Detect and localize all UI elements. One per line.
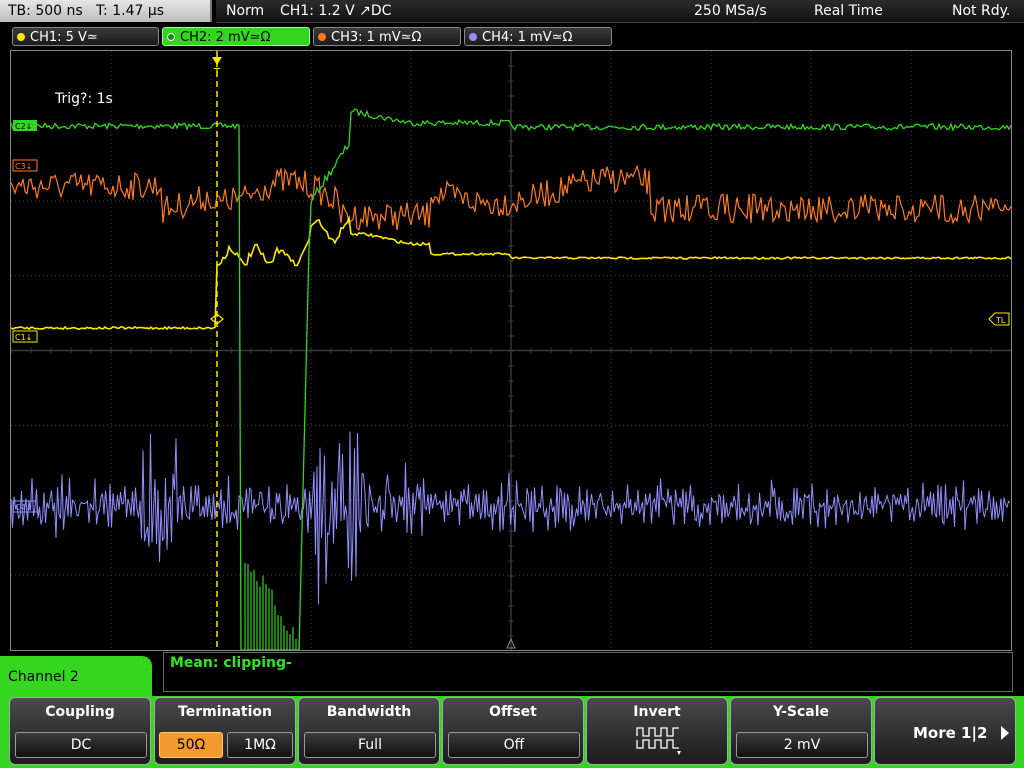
bandwidth-value[interactable]: Full xyxy=(304,732,436,758)
more-arrow-icon xyxy=(1001,726,1009,740)
svg-text:C3↓: C3↓ xyxy=(15,162,32,171)
invert-waveform-icon xyxy=(636,727,681,755)
timebase-value: TB: 500 ns xyxy=(8,3,83,19)
termination-button[interactable]: Termination 50Ω 1MΩ xyxy=(154,697,296,765)
ch1-color-dot-icon xyxy=(17,33,25,41)
status-strip: Norm CH1: 1.2 V ↗DC 250 MSa/s Real Time … xyxy=(216,0,1024,23)
coupling-button[interactable]: Coupling DC xyxy=(9,697,151,765)
ch2-marker: C2↓ xyxy=(13,120,37,131)
trigger-time-value: T: 1.47 µs xyxy=(96,3,165,19)
tab-ch4-label: CH4: 1 mV≃Ω xyxy=(482,30,573,45)
acquisition-mode: Real Time xyxy=(814,3,883,19)
trigger-position-icon xyxy=(212,57,222,65)
bandwidth-button[interactable]: Bandwidth Full xyxy=(298,697,440,765)
graticule-grid xyxy=(11,51,1011,650)
trigger-status: Trig?: 1s xyxy=(55,91,113,107)
coupling-label: Coupling xyxy=(45,704,115,720)
trigger-mode[interactable]: Norm xyxy=(226,0,264,22)
yscale-label: Y-Scale xyxy=(772,704,829,720)
channel-tabs: CH1: 5 V≃ CH2: 2 mV≃Ω CH3: 1 mV≃Ω CH4: 1… xyxy=(0,26,1024,48)
svg-text:TL: TL xyxy=(995,316,1006,325)
tab-ch1-label: CH1: 5 V≃ xyxy=(30,30,98,45)
waveform-display[interactable]: T C2↓ C3↓ C1↓ C4↓ TL Trig?: 1s xyxy=(10,50,1012,651)
tab-ch3[interactable]: CH3: 1 mV≃Ω xyxy=(313,27,461,46)
invert-button[interactable]: Invert xyxy=(586,697,728,765)
tab-ch3-label: CH3: 1 mV≃Ω xyxy=(331,30,422,45)
termination-50ohm-option[interactable]: 50Ω xyxy=(159,732,223,758)
tab-ch2[interactable]: CH2: 2 mV≃Ω xyxy=(162,27,310,46)
ch2-color-dot-icon xyxy=(167,33,175,41)
trigger-level-marker: TL xyxy=(988,312,1010,326)
ch4-color-dot-icon xyxy=(469,33,477,41)
trigger-source[interactable]: CH1: 1.2 V ↗DC xyxy=(280,0,391,22)
measurement-panel[interactable]: Mean: clipping- xyxy=(163,652,1013,692)
menu-title: Channel 2 xyxy=(0,656,152,700)
ch3-color-dot-icon xyxy=(318,33,326,41)
bandwidth-label: Bandwidth xyxy=(326,704,412,720)
svg-text:C1↓: C1↓ xyxy=(15,333,32,342)
ch3-marker: C3↓ xyxy=(12,159,38,172)
waveform-canvas: T C2↓ C3↓ C1↓ C4↓ TL xyxy=(11,51,1011,650)
top-bar: TB: 500 ns T: 1.47 µs Norm CH1: 1.2 V ↗D… xyxy=(0,0,1024,24)
sample-rate: 250 MSa/s xyxy=(694,3,767,19)
tab-ch1[interactable]: CH1: 5 V≃ xyxy=(12,27,159,46)
offset-label: Offset xyxy=(489,704,537,720)
softkey-bar: Coupling DC Termination 50Ω 1MΩ Bandwidt… xyxy=(0,696,1024,768)
offset-value[interactable]: Off xyxy=(448,732,580,758)
timebase-box[interactable]: TB: 500 ns T: 1.47 µs xyxy=(0,0,212,22)
svg-text:C2↓: C2↓ xyxy=(15,122,32,131)
termination-1mohm-option[interactable]: 1MΩ xyxy=(227,732,293,758)
trigger-position-marker: T xyxy=(213,66,221,79)
ch2-clip-region xyxy=(244,562,300,650)
acquisition-status: Not Rdy. xyxy=(952,3,1011,19)
yscale-button[interactable]: Y-Scale 2 mV xyxy=(730,697,872,765)
offset-button[interactable]: Offset Off xyxy=(442,697,584,765)
tab-ch2-label: CH2: 2 mV≃Ω xyxy=(180,30,271,45)
yscale-value[interactable]: 2 mV xyxy=(736,732,868,758)
coupling-value[interactable]: DC xyxy=(15,732,147,758)
more-button[interactable]: More 1|2 xyxy=(874,697,1016,765)
svg-text:C4↓: C4↓ xyxy=(15,503,32,512)
invert-label: Invert xyxy=(633,704,681,720)
more-label: More 1|2 xyxy=(913,724,988,742)
measurement-text: Mean: clipping- xyxy=(170,655,292,671)
tab-ch4[interactable]: CH4: 1 mV≃Ω xyxy=(464,27,612,46)
ch1-marker: C1↓ xyxy=(12,330,38,343)
termination-label: Termination xyxy=(178,704,272,720)
